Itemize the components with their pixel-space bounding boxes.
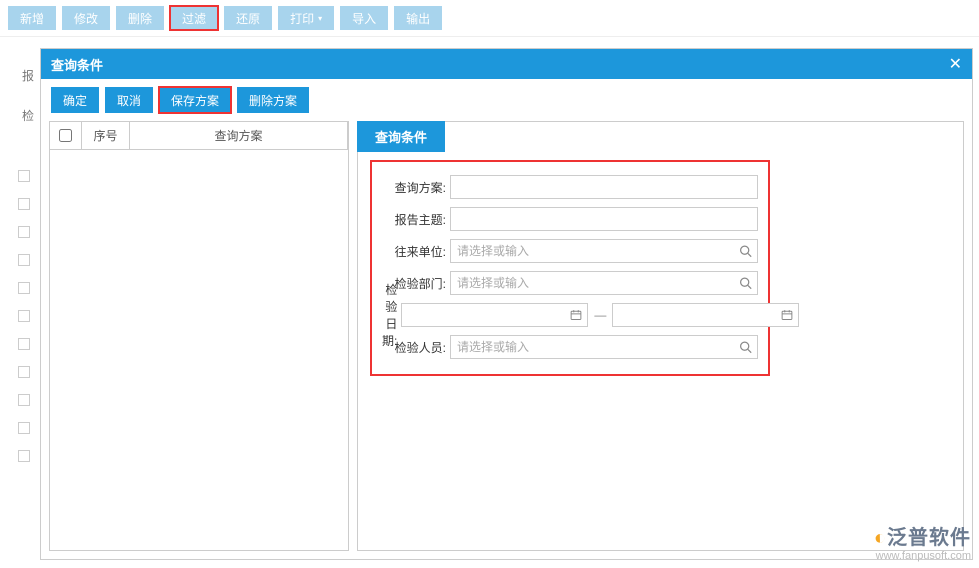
staff-label: 检验人员: <box>382 339 446 356</box>
date-from-input[interactable] <box>401 303 588 327</box>
delete-scheme-button[interactable]: 删除方案 <box>237 87 309 113</box>
export-button[interactable]: 输出 <box>394 6 442 30</box>
watermark: ◐泛普软件 www.fanpusoft.com <box>874 521 971 562</box>
import-button[interactable]: 导入 <box>340 6 388 30</box>
date-to-input[interactable] <box>612 303 799 327</box>
staff-input[interactable] <box>450 335 758 359</box>
date-sep: — <box>594 308 606 322</box>
condition-title: 查询条件 <box>357 121 445 152</box>
modal-title: 查询条件 <box>51 55 103 74</box>
add-button[interactable]: 新增 <box>8 6 56 30</box>
condition-form: 查询方案: 报告主题: 往来单位: <box>370 160 770 376</box>
select-all-checkbox[interactable] <box>59 129 72 142</box>
modal-header: 查询条件 ✕ <box>41 49 972 79</box>
scheme-label: 查询方案: <box>382 179 446 196</box>
subject-label: 报告主题: <box>382 211 446 228</box>
col-scheme: 查询方案 <box>130 122 348 149</box>
chevron-down-icon: ▾ <box>318 14 322 23</box>
print-button[interactable]: 打印▾ <box>278 6 334 30</box>
col-seq: 序号 <box>82 122 130 149</box>
save-scheme-button[interactable]: 保存方案 <box>159 87 231 113</box>
grid-header: 序号 查询方案 <box>50 122 348 150</box>
restore-button[interactable]: 还原 <box>224 6 272 30</box>
subject-input[interactable] <box>450 207 758 231</box>
main-toolbar: 新增 修改 删除 过滤 还原 打印▾ 导入 输出 <box>0 0 979 37</box>
filter-button[interactable]: 过滤 <box>170 6 218 30</box>
cancel-button[interactable]: 取消 <box>105 87 153 113</box>
query-modal: 查询条件 ✕ 确定 取消 保存方案 删除方案 序号 查询方案 查询条件 查询方案… <box>40 48 973 560</box>
condition-pane: 查询条件 查询方案: 报告主题: 往来单位: <box>357 121 964 551</box>
ok-button[interactable]: 确定 <box>51 87 99 113</box>
close-icon[interactable]: ✕ <box>949 54 962 74</box>
background-labels: 报 检 <box>22 56 34 136</box>
scheme-grid: 序号 查询方案 <box>49 121 349 551</box>
delete-button[interactable]: 删除 <box>116 6 164 30</box>
dept-input[interactable] <box>450 271 758 295</box>
partner-input[interactable] <box>450 239 758 263</box>
scheme-input[interactable] <box>450 175 758 199</box>
modal-toolbar: 确定 取消 保存方案 删除方案 <box>41 79 972 121</box>
edit-button[interactable]: 修改 <box>62 6 110 30</box>
partner-label: 往来单位: <box>382 243 446 260</box>
background-checkboxes <box>18 170 30 478</box>
